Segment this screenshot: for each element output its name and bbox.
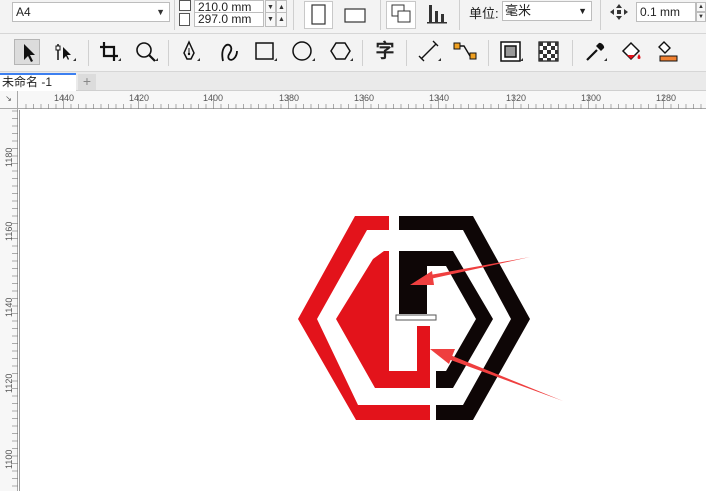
- page-height-icon: [179, 13, 190, 26]
- separator: [600, 0, 601, 30]
- canvas-drawing: [298, 216, 563, 420]
- polygon-tool-button[interactable]: [328, 39, 354, 65]
- separator: [406, 40, 407, 66]
- vertical-ruler[interactable]: 1180 1160 1140 1120 1100: [0, 109, 18, 491]
- separator: [380, 0, 381, 30]
- pen-nib-icon: [183, 40, 200, 61]
- pointer-icon: [24, 44, 35, 62]
- smart-fill-tool-button[interactable]: [656, 39, 682, 65]
- crop-icon: [100, 42, 121, 61]
- crop-tool-button[interactable]: [96, 39, 122, 65]
- drawing-canvas[interactable]: [18, 109, 706, 491]
- separator: [488, 40, 489, 66]
- paint-bucket-icon: [621, 41, 641, 61]
- annotation-arrow-lower-head: [430, 349, 455, 364]
- ellipse-tool-button[interactable]: [290, 39, 316, 65]
- text-tool-icon: 字: [375, 41, 395, 62]
- pick-tool-button[interactable]: [14, 39, 40, 65]
- paper-size-value: A4: [16, 5, 31, 19]
- separator: [362, 40, 363, 66]
- separator: [174, 0, 175, 30]
- zoom-tool-button[interactable]: [133, 39, 159, 65]
- portrait-button[interactable]: [304, 1, 333, 29]
- all-pages-button[interactable]: [386, 1, 416, 29]
- unit-label: 单位:: [469, 6, 499, 21]
- checkerboard-icon: [538, 41, 559, 62]
- separator: [88, 40, 89, 66]
- toolbox: 字: [0, 34, 706, 72]
- zoom-icon: [136, 42, 158, 62]
- rectangle-icon: [255, 42, 277, 61]
- shadow-icon: [500, 41, 523, 62]
- landscape-button[interactable]: [338, 1, 372, 29]
- page-width-icon: [179, 0, 191, 11]
- smart-fill-icon: [658, 41, 678, 62]
- separator: [572, 40, 573, 66]
- all-pages-icon: [391, 4, 411, 23]
- separator: [168, 40, 169, 66]
- chevron-down-icon: ▼: [156, 7, 165, 17]
- artistic-media-tool-button[interactable]: [216, 39, 242, 65]
- page-height-field[interactable]: 297.0 mm: [194, 12, 264, 27]
- stepper-up-icon[interactable]: ▲: [276, 12, 287, 27]
- dimension-line-icon: [418, 40, 441, 62]
- document-tab-title: 未命名 -1: [2, 75, 53, 89]
- nudge-stepper[interactable]: ▲ ▼: [696, 2, 706, 22]
- stepper-down-icon[interactable]: ▼: [265, 12, 276, 27]
- shape-node-icon: [55, 44, 76, 61]
- page-height-stepper[interactable]: ▼ ▲: [265, 12, 287, 27]
- add-tab-button[interactable]: +: [78, 74, 96, 90]
- unit-select[interactable]: 毫米 ▼: [502, 1, 592, 21]
- ellipse-icon: [292, 41, 315, 61]
- chevron-down-icon: ▼: [578, 6, 587, 16]
- nudge-distance-field[interactable]: 0.1 mm: [636, 2, 696, 22]
- document-tab-bar: 未命名 -1 +: [0, 72, 706, 91]
- portrait-icon: [311, 4, 326, 25]
- page-height-value: 297.0 mm: [198, 12, 252, 26]
- rectangle-tool-button[interactable]: [252, 39, 278, 65]
- horizontal-ruler[interactable]: 1440 1420 1400 1380 1360 1340 1320 1300 1280: [18, 91, 706, 109]
- shape-tool-button[interactable]: [52, 39, 78, 65]
- separator: [459, 0, 460, 30]
- freehand-tool-button[interactable]: [176, 39, 202, 65]
- paper-size-select[interactable]: A4 ▼: [12, 2, 170, 22]
- separator: [293, 0, 294, 30]
- artistic-curve-icon: [221, 43, 238, 62]
- eyedropper-tool-button[interactable]: [582, 39, 608, 65]
- ruler-origin-icon: ↘: [5, 94, 12, 103]
- connector-icon: [453, 42, 477, 60]
- connector-tool-button[interactable]: [452, 39, 478, 65]
- polygon-icon: [330, 42, 353, 61]
- nudge-distance-value: 0.1 mm: [640, 5, 681, 19]
- text-tool-button[interactable]: 字: [372, 39, 398, 65]
- eyedropper-icon: [586, 42, 607, 61]
- ruler-origin[interactable]: ↘: [0, 91, 18, 109]
- parallel-dimension-tool-button[interactable]: [416, 39, 442, 65]
- document-tab[interactable]: 未命名 -1: [0, 73, 76, 91]
- stepper-up-icon[interactable]: ▲: [696, 2, 706, 12]
- landscape-icon: [344, 8, 366, 23]
- nudge-icon: [608, 2, 630, 22]
- drop-shadow-tool-button[interactable]: [498, 39, 524, 65]
- current-page-icon: [427, 5, 447, 24]
- current-page-button[interactable]: [424, 1, 452, 29]
- property-bar: A4 ▼ 210.0 mm ▼ ▲ 297.0 mm ▼ ▲ 单位: 毫米 ▼ 0.…: [0, 0, 706, 34]
- interactive-fill-tool-button[interactable]: [618, 39, 644, 65]
- transparency-tool-button[interactable]: [536, 39, 562, 65]
- stepper-down-icon[interactable]: ▼: [696, 12, 706, 22]
- selected-gap-marker[interactable]: [395, 314, 437, 321]
- plus-icon: +: [82, 73, 92, 89]
- unit-value: 毫米: [505, 3, 532, 18]
